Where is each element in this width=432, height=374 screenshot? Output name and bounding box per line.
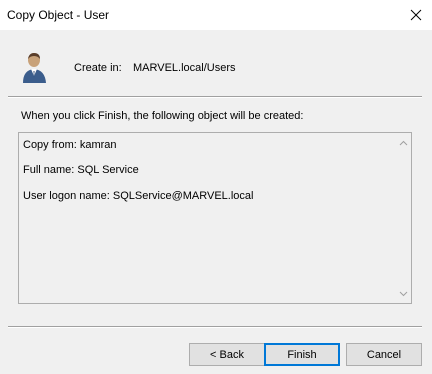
close-icon: [410, 9, 422, 21]
summary-copy-from: Copy from: kamran: [23, 139, 117, 151]
close-button[interactable]: [400, 0, 432, 30]
chevron-up-icon: [399, 140, 408, 145]
window-title: Copy Object - User: [7, 8, 110, 22]
summary-full-name: Full name: SQL Service: [23, 164, 139, 176]
create-in-path: MARVEL.local/Users: [133, 62, 236, 74]
scroll-up-button[interactable]: [396, 135, 411, 150]
header-divider: [8, 96, 422, 98]
summary-logon-name: User logon name: SQLService@MARVEL.local: [23, 190, 254, 202]
back-button[interactable]: < Back: [189, 343, 265, 366]
cancel-button[interactable]: Cancel: [346, 343, 422, 366]
create-in-label: Create in:: [74, 62, 122, 74]
info-text: When you click Finish, the following obj…: [21, 110, 304, 122]
summary-textbox[interactable]: Copy from: kamran Full name: SQL Service…: [18, 132, 412, 304]
title-bar: Copy Object - User: [0, 0, 432, 30]
vertical-scrollbar[interactable]: [396, 133, 411, 303]
scroll-down-button[interactable]: [396, 286, 411, 301]
finish-button[interactable]: Finish: [264, 343, 340, 366]
user-icon: [23, 53, 46, 83]
copy-object-dialog: Copy Object - User Create in: MARVEL.loc…: [0, 0, 432, 374]
footer-divider: [8, 326, 422, 328]
chevron-down-icon: [399, 291, 408, 296]
